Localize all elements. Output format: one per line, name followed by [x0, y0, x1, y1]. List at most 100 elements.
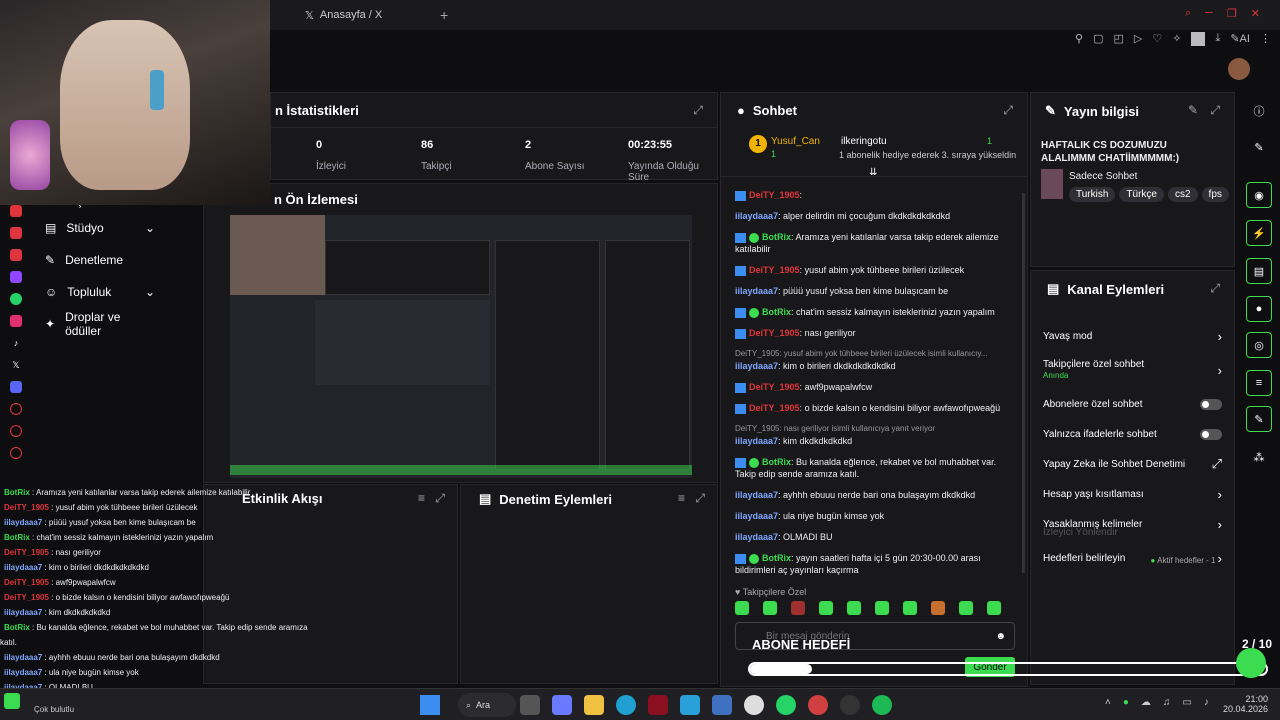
popout-icon[interactable]: ⤢ [1210, 281, 1220, 296]
chat-scrollbar[interactable] [1022, 193, 1025, 573]
channel-action-row[interactable]: Takipçilere özel sohbet Anında › [1031, 351, 1234, 389]
info-icon[interactable] [10, 425, 22, 437]
wrench-icon[interactable]: ✎ [1246, 406, 1272, 432]
play-icon[interactable]: ▷ [1134, 32, 1142, 46]
info-icon[interactable]: ⓘ [1246, 98, 1272, 124]
store-icon[interactable] [680, 695, 700, 715]
channel-action-row[interactable]: Yapay Zeka ile Sohbet Denetimi ⤢ [1031, 449, 1234, 479]
emote[interactable] [847, 601, 861, 615]
search-icon[interactable]: ⌕ [1185, 7, 1191, 20]
copilot-icon[interactable] [552, 695, 572, 715]
edit-icon[interactable]: ✎ [1246, 134, 1272, 160]
category-thumbnail[interactable] [1041, 169, 1063, 199]
chrome-icon[interactable] [744, 695, 764, 715]
tag-chip[interactable]: Turkish [1069, 187, 1116, 202]
whatsapp-icon[interactable] [776, 695, 796, 715]
menu-icon[interactable]: ⋮ [1260, 32, 1271, 46]
verified-icon [749, 457, 759, 468]
toggle-switch[interactable] [1200, 398, 1222, 410]
emote[interactable] [819, 601, 833, 615]
network-icon[interactable]: ☁ [1141, 697, 1151, 708]
edit-icon[interactable]: ✎ [1188, 103, 1198, 117]
emote[interactable] [875, 601, 889, 615]
emote[interactable] [735, 601, 749, 615]
user-avatar[interactable] [1228, 58, 1250, 80]
puzzle-icon[interactable]: ✧ [1172, 32, 1181, 46]
channel-action-row[interactable]: Yavaş mod › [1031, 321, 1234, 351]
filter-icon[interactable]: ≡ [418, 491, 425, 505]
restore-icon[interactable]: ❐ [1227, 7, 1237, 20]
emote[interactable] [931, 601, 945, 615]
mail-icon[interactable] [712, 695, 732, 715]
edge-icon[interactable] [616, 695, 636, 715]
popout-icon[interactable]: ⤢ [435, 491, 445, 506]
chat-icon[interactable]: ● [1246, 296, 1272, 322]
toggle-switch[interactable] [1200, 428, 1222, 440]
camera-icon[interactable]: ◉ [1246, 182, 1272, 208]
expand-icon[interactable]: ⇊ [869, 167, 877, 178]
emote-row [735, 601, 1001, 615]
shapes-icon[interactable]: ⁂ [1246, 444, 1272, 470]
chat-message: DeiTY_1905: o bizde kalsın o kendisini b… [721, 402, 1019, 414]
app-tray-icon[interactable]: ● [1123, 697, 1129, 708]
channel-action-row[interactable]: Abonelere özel sohbet [1031, 389, 1234, 419]
taskbar-search[interactable]: ⌕ Ara [458, 693, 516, 717]
volume-icon[interactable]: ♪ [1204, 697, 1209, 708]
x-social-icon[interactable]: 𝕏 [10, 359, 22, 371]
stack-icon[interactable]: ≡ [1246, 370, 1272, 396]
emote[interactable] [903, 601, 917, 615]
profile-icon[interactable] [1191, 32, 1206, 46]
file-explorer-icon[interactable] [584, 695, 604, 715]
spotify-icon[interactable] [872, 695, 892, 715]
nav-item-studio[interactable]: ▤ Stüdyo ⌄ [0, 212, 200, 244]
new-tab-button[interactable]: + [440, 7, 448, 23]
nav-item-drops[interactable]: ✦ Droplar ve ödüller [0, 308, 200, 340]
emoji-icon[interactable]: ☻ [995, 631, 1006, 642]
close-icon[interactable]: ✕ [1251, 7, 1260, 20]
nav-item-moderation[interactable]: ✎ Denetleme [0, 244, 200, 276]
filter-icon[interactable]: ≡ [678, 491, 685, 505]
browser-tab[interactable]: 𝕏 Anasayfa / X [305, 0, 455, 30]
goals-row[interactable]: Hedefleri belirleyin ● Aktif hedefler - … [1031, 551, 1234, 566]
heart-icon[interactable]: ♡ [1152, 32, 1162, 46]
popout-icon[interactable]: ⤢ [693, 103, 703, 118]
popout-icon[interactable]: ⤢ [1210, 103, 1220, 118]
extension-icon[interactable]: ◰ [1113, 32, 1123, 46]
clock[interactable]: 21:00 20.04.2026 [1218, 694, 1268, 714]
channel-action-row[interactable]: Yalnızca ifadelerle sohbet [1031, 419, 1234, 449]
minimize-icon[interactable]: ─ [1205, 7, 1213, 20]
emote[interactable] [987, 601, 1001, 615]
chrome-icon[interactable] [808, 695, 828, 715]
tag-chip[interactable]: Türkçe [1119, 187, 1164, 202]
chevron-up-icon[interactable]: ˄ [1105, 697, 1111, 708]
dashboard-nav: ⌂Başlarken ▤Stüdyo⌄ ✎Denetleme ☺Topluluk… [0, 190, 200, 340]
start-icon[interactable] [420, 695, 440, 715]
settings-icon[interactable] [10, 447, 22, 459]
emote[interactable] [763, 601, 777, 615]
obs-icon[interactable] [840, 695, 860, 715]
overlay-chat-message: BotRix : Bu kanalda eğlence, rekabet ve … [0, 623, 308, 647]
lightning-icon[interactable]: ⚡ [1246, 220, 1272, 246]
channel-action-row[interactable]: Hesap yaşı kısıtlaması › [1031, 479, 1234, 509]
app-icon[interactable] [648, 695, 668, 715]
emote[interactable] [791, 601, 805, 615]
taskview-icon[interactable] [520, 695, 540, 715]
discord-icon[interactable] [10, 381, 22, 393]
screenshot-icon[interactable]: ▢ [1093, 32, 1103, 46]
download-icon[interactable]: ⤓ [1215, 32, 1220, 46]
ai-button[interactable]: ✎AI [1230, 32, 1250, 46]
tag-chip[interactable]: fps [1201, 187, 1229, 202]
nav-item-community[interactable]: ☺ Topluluk ⌄ [0, 276, 200, 308]
bot-badge-icon [735, 457, 746, 468]
popout-icon[interactable]: ⤢ [1003, 103, 1013, 118]
stream-preview-image[interactable] [230, 215, 692, 478]
tag-chip[interactable]: cs2 [1167, 187, 1198, 202]
broadcast-icon[interactable]: ◎ [1246, 332, 1272, 358]
emote[interactable] [959, 601, 973, 615]
popout-icon[interactable]: ⤢ [695, 491, 705, 506]
mic-icon[interactable]: ♫ [1163, 697, 1171, 708]
help-icon[interactable] [10, 403, 22, 415]
document-icon[interactable]: ▤ [1246, 258, 1272, 284]
display-icon[interactable]: ▭ [1182, 697, 1191, 708]
pin-icon[interactable]: ⚲ [1075, 32, 1083, 46]
